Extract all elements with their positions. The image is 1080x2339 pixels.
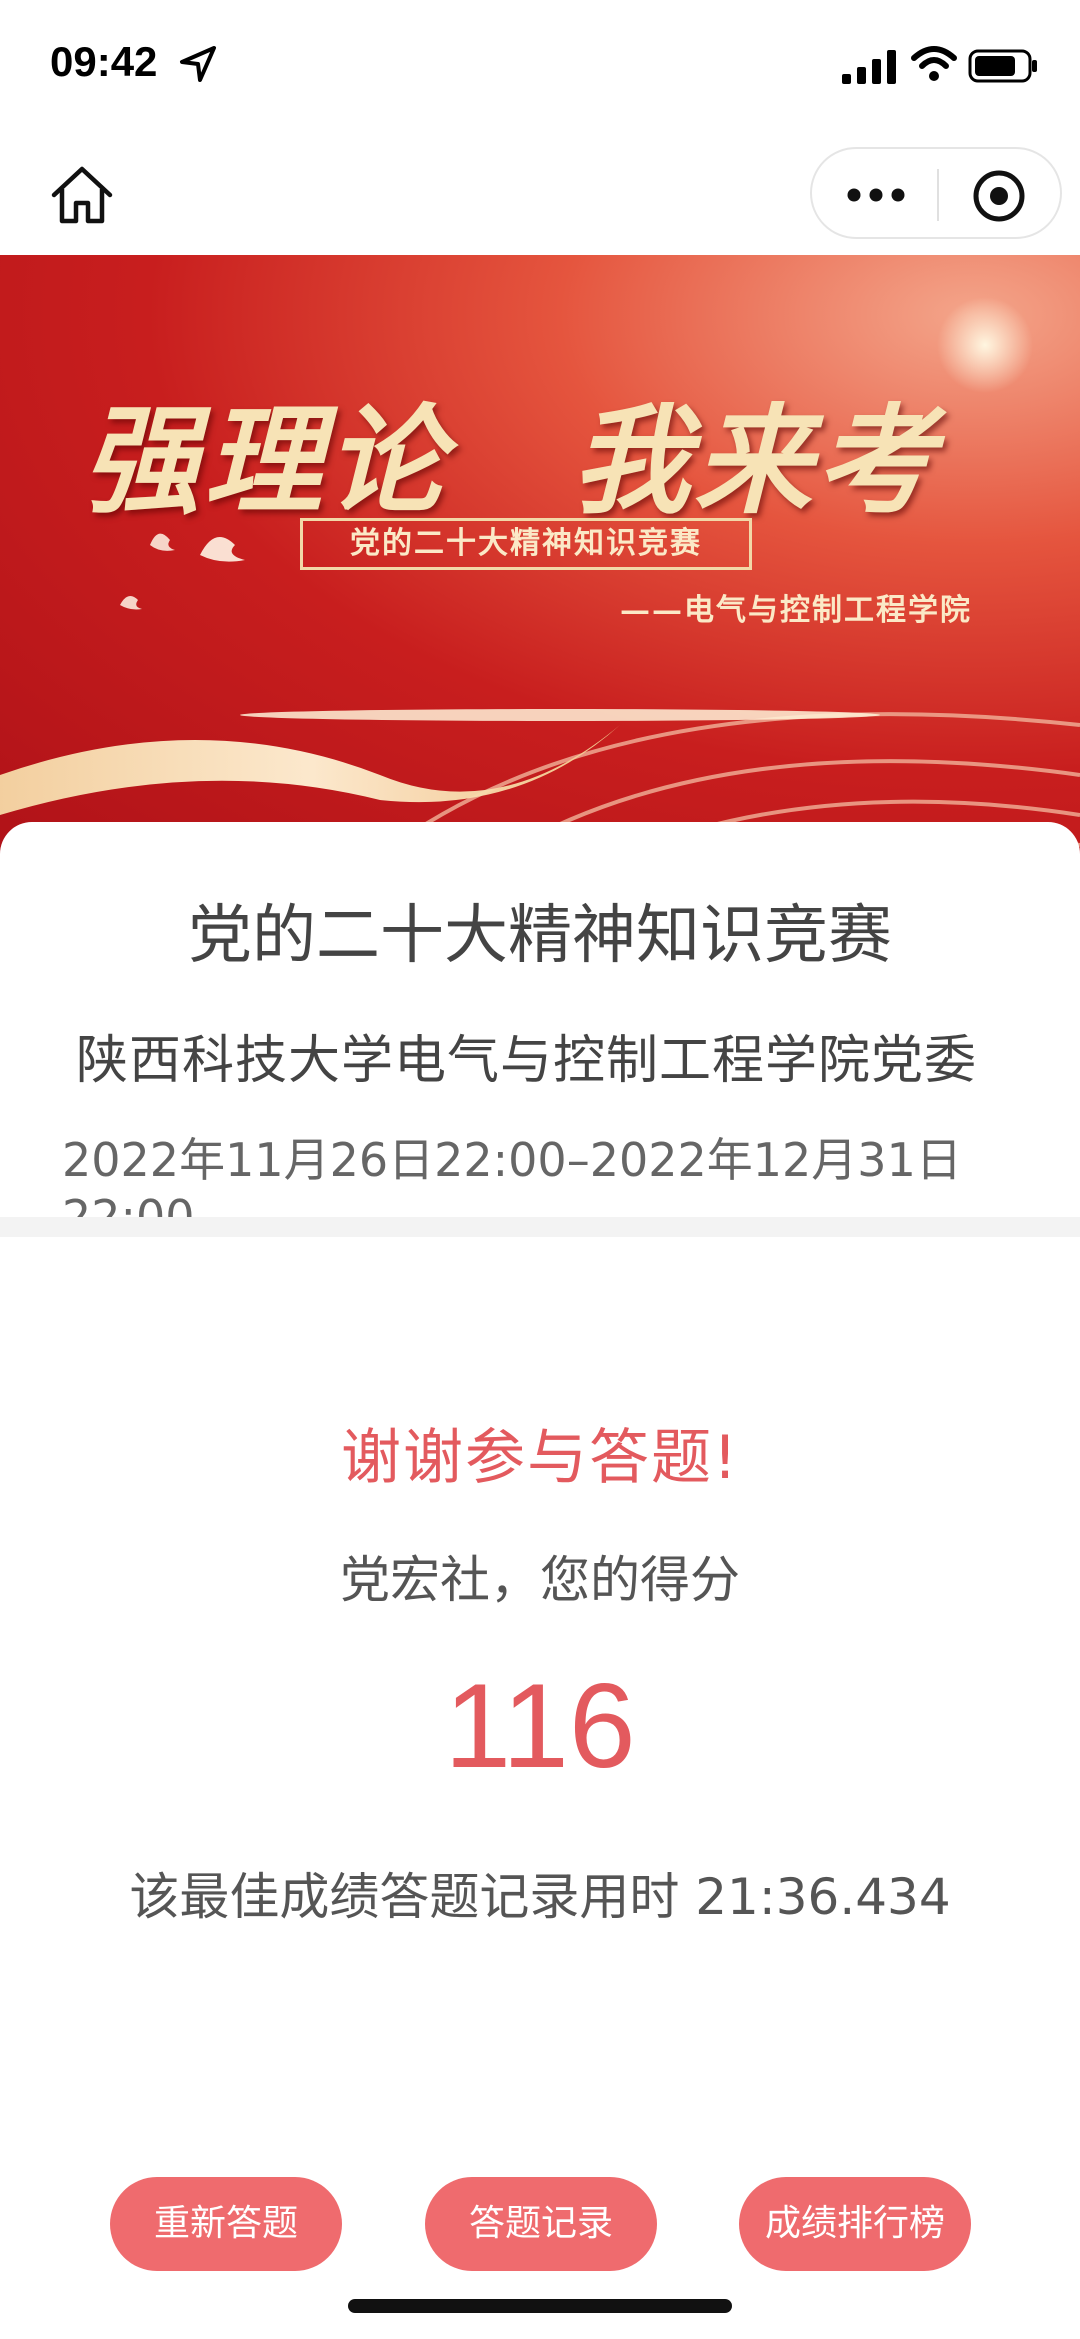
ranking-button[interactable]: 成绩排行榜 [739, 2177, 971, 2271]
retry-button[interactable]: 重新答题 [110, 2177, 342, 2271]
best-time: 该最佳成绩答题记录用时 21:36.434 [129, 1868, 951, 1926]
status-time: 09:42 [50, 38, 158, 85]
banner-title-left: 强理论 [82, 391, 449, 530]
banner: 强理论 我来考 党的二十大精神知识竞赛 ——电气与控制工程学院 [0, 255, 1080, 855]
nav-bar [0, 135, 1080, 255]
location-arrow-icon [180, 46, 216, 82]
battery-icon [968, 49, 1037, 83]
home-indicator[interactable] [348, 2299, 732, 2313]
capsule-menu [810, 147, 1062, 239]
records-button[interactable]: 答题记录 [425, 2177, 657, 2271]
capsule-divider [937, 169, 939, 221]
thanks-message: 谢谢参与答题! [340, 1423, 740, 1493]
home-icon[interactable] [48, 161, 116, 229]
event-title: 党的二十大精神知识竞赛 [188, 899, 892, 973]
wifi-icon [911, 46, 957, 81]
section-divider [0, 1217, 1080, 1237]
event-info-card: 党的二十大精神知识竞赛 陕西科技大学电气与控制工程学院党委 2022年11月26… [0, 822, 1080, 1244]
more-icon[interactable] [844, 179, 908, 211]
score-value: 116 [444, 1659, 636, 1793]
banner-org: ——电气与控制工程学院 [620, 593, 972, 628]
banner-title-right: 我来考 [572, 391, 939, 530]
result-section: 谢谢参与答题! 党宏社，您的得分 116 该最佳成绩答题记录用时 21:36.4… [0, 1237, 1080, 2339]
close-miniprogram-icon[interactable] [972, 169, 1026, 223]
banner-subtitle: 党的二十大精神知识竞赛 [300, 518, 752, 570]
score-label: 党宏社，您的得分 [340, 1551, 740, 1609]
signal-icon [842, 50, 896, 84]
event-organizer: 陕西科技大学电气与控制工程学院党委 [76, 1031, 978, 1091]
status-bar: 09:42 [0, 0, 1080, 135]
